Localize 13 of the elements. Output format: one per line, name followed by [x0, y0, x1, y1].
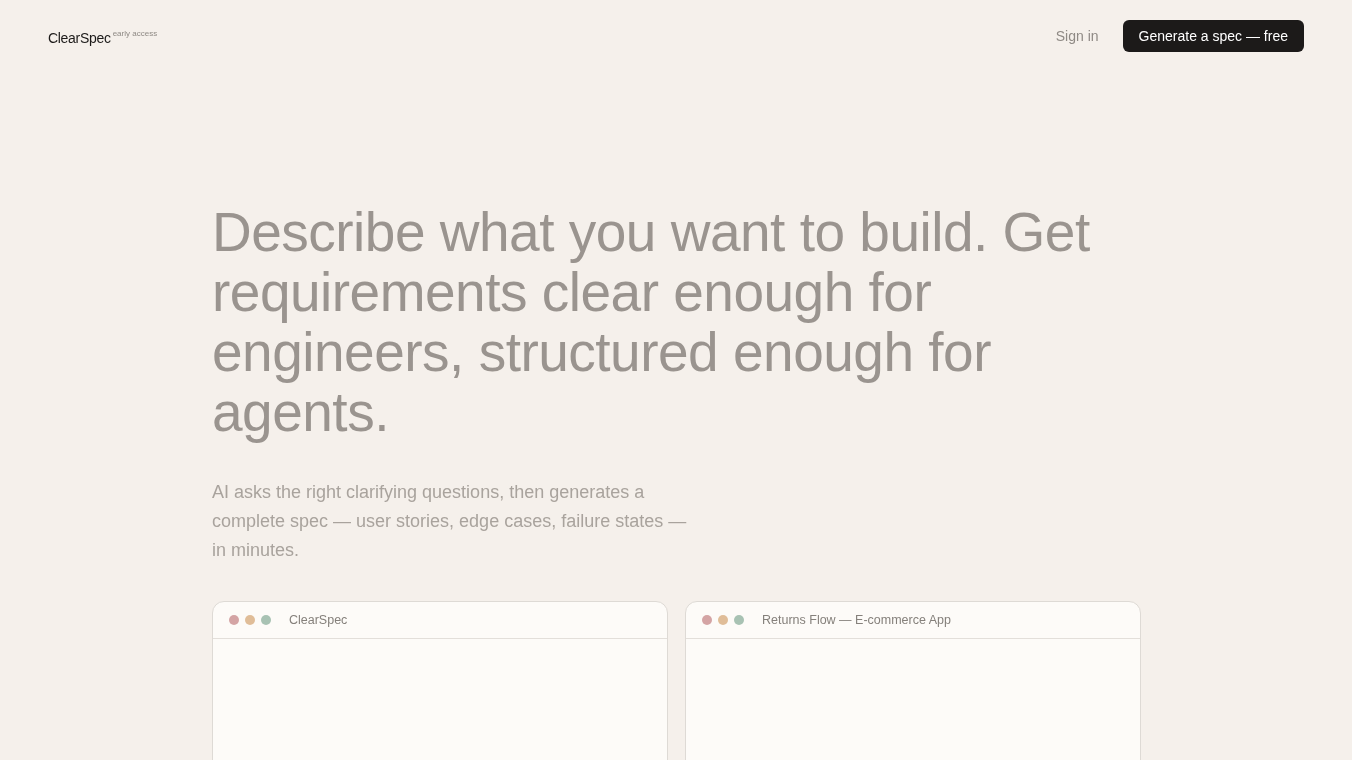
- window-title: Returns Flow — E-commerce App: [762, 613, 951, 627]
- generate-spec-button[interactable]: Generate a spec — free: [1122, 20, 1304, 52]
- hero-subtext: AI asks the right clarifying questions, then generates a complete spec — user stories, edge cases, failure states — in minutes.: [212, 481, 688, 562]
- window-dot-icon: [229, 615, 239, 625]
- window-dot-icon: [702, 615, 712, 625]
- window-title: ClearSpec: [289, 613, 348, 627]
- window-dot-icon: [245, 615, 255, 625]
- early-access-label: early access: [112, 29, 158, 38]
- window-dot-icon: [718, 615, 728, 625]
- window-dot-icon: [261, 615, 271, 625]
- hero-headline: Describe what you want to build. Get requirements clear enough for engineers, structured enough for agents.: [212, 202, 1091, 442]
- logo-text[interactable]: ClearSpec: [48, 30, 111, 46]
- window-dot-icon: [734, 615, 744, 625]
